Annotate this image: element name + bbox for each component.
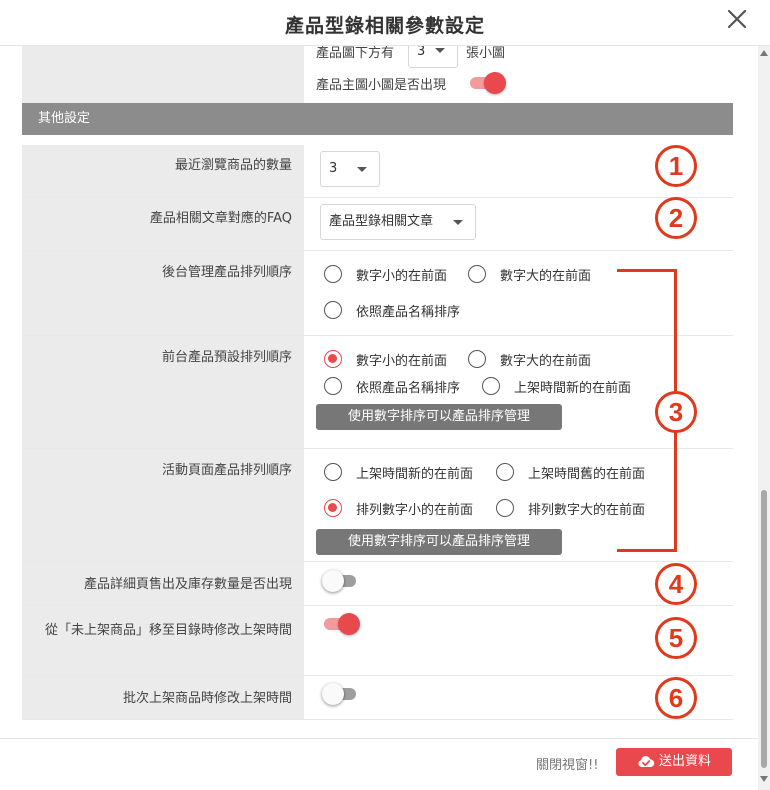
annotation-bracket-bottom (617, 549, 677, 552)
cloud-check-icon (638, 756, 655, 767)
batch-update-time-toggle[interactable] (322, 683, 356, 705)
value-cell-top: 產品圖下方有 3 張小圖 產品主圖小圖是否出現 (304, 46, 733, 103)
main-thumb-label: 產品主圖小圖是否出現 (316, 78, 447, 93)
backend-sort-option-0[interactable]: 數字小的在前面 (324, 263, 447, 285)
radio-icon (324, 265, 342, 283)
backend-sort-option-1[interactable]: 數字大的在前面 (468, 263, 591, 285)
frontend-sort-option-0[interactable]: 數字小的在前面 (324, 348, 447, 370)
radio-icon (324, 499, 342, 517)
frontend-sort-option-3[interactable]: 上架時間新的在前面 (482, 375, 631, 397)
annotation-badge-6: 6 (655, 677, 697, 719)
vertical-scrollbar[interactable] (758, 46, 770, 790)
activity-sort-manage-button[interactable]: 使用數字排序可以產品排序管理 (316, 529, 562, 555)
section-other-settings: 其他設定 (22, 103, 733, 135)
frontend-sort-option-2[interactable]: 依照產品名稱排序 (324, 375, 460, 397)
modal-body: 產品圖下方有 3 張小圖 產品主圖小圖是否出現 其他設定 最近瀏覽商品的數量 3… (0, 46, 758, 738)
thumb-count-value: 3 (417, 46, 426, 59)
faq-value: 產品型錄相關文章 (329, 214, 434, 229)
annotation-badge-4: 4 (655, 563, 697, 605)
chevron-down-icon (435, 48, 445, 53)
thumb-count-label: 產品圖下方有 (316, 46, 395, 61)
batch-update-time-label: 批次上架商品時修改上架時間 (22, 676, 304, 719)
submit-button-label: 送出資料 (658, 754, 711, 769)
radio-icon (324, 350, 342, 368)
frontend-sort-label: 前台產品預設排列順序 (22, 336, 304, 448)
main-thumb-toggle[interactable] (470, 72, 506, 94)
stock-display-toggle[interactable] (322, 570, 356, 592)
annotation-badge-1: 1 (655, 145, 697, 187)
thumb-count-suffix: 張小圖 (466, 46, 506, 61)
activity-sort-cell: 上架時間新的在前面 上架時間舊的在前面 排列數字小的在前面 排列數字大的在前面 … (304, 449, 733, 561)
modal-footer: 關閉視窗!! 送出資料 (0, 738, 758, 790)
recent-count-label: 最近瀏覽商品的數量 (22, 145, 304, 197)
modal-header: 產品型錄相關參數設定 (0, 0, 770, 46)
activity-sort-option-3[interactable]: 排列數字大的在前面 (496, 497, 645, 519)
radio-icon (324, 301, 342, 319)
close-icon[interactable] (726, 8, 748, 30)
scroll-down-arrow-icon[interactable] (760, 776, 768, 782)
activity-sort-label: 活動頁面產品排列順序 (22, 449, 304, 561)
move-update-time-label: 從「未上架商品」移至目錄時修改上架時間 (22, 606, 304, 675)
radio-icon (468, 265, 486, 283)
recent-count-value: 3 (329, 161, 338, 176)
activity-sort-option-0[interactable]: 上架時間新的在前面 (324, 461, 473, 483)
activity-sort-option-2[interactable]: 排列數字小的在前面 (324, 497, 473, 519)
backend-sort-option-2[interactable]: 依照產品名稱排序 (324, 299, 460, 321)
scroll-up-arrow-icon[interactable] (760, 50, 768, 56)
radio-icon (324, 377, 342, 395)
label-cell-top (22, 46, 304, 103)
activity-sort-option-1[interactable]: 上架時間舊的在前面 (496, 461, 645, 483)
thumb-count-select[interactable]: 3 (408, 46, 458, 68)
annotation-badge-3: 3 (655, 391, 697, 433)
annotation-badge-5: 5 (655, 617, 697, 659)
modal-title: 產品型錄相關參數設定 (284, 15, 485, 37)
chevron-down-icon (357, 167, 367, 172)
frontend-sort-option-1[interactable]: 數字大的在前面 (468, 348, 591, 370)
submit-button[interactable]: 送出資料 (616, 748, 732, 776)
recent-count-select[interactable]: 3 (320, 151, 380, 187)
faq-label: 產品相關文章對應的FAQ (22, 198, 304, 250)
move-update-time-toggle[interactable] (324, 613, 360, 635)
radio-icon (482, 377, 500, 395)
radio-icon (468, 350, 486, 368)
radio-icon (324, 463, 342, 481)
scrollbar-thumb[interactable] (761, 490, 767, 768)
radio-icon (496, 499, 514, 517)
close-window-link[interactable]: 關閉視窗!! (536, 754, 598, 773)
radio-icon (496, 463, 514, 481)
faq-select[interactable]: 產品型錄相關文章 (320, 204, 476, 240)
divider (22, 719, 733, 720)
stock-display-label: 產品詳細頁售出及庫存數量是否出現 (22, 562, 304, 605)
frontend-sort-manage-button[interactable]: 使用數字排序可以產品排序管理 (316, 404, 562, 430)
backend-sort-label: 後台管理產品排列順序 (22, 251, 304, 335)
annotation-bracket-top (617, 269, 677, 272)
backend-sort-cell: 數字小的在前面 數字大的在前面 依照產品名稱排序 (304, 251, 733, 335)
annotation-badge-2: 2 (655, 197, 697, 239)
chevron-down-icon (453, 220, 463, 225)
